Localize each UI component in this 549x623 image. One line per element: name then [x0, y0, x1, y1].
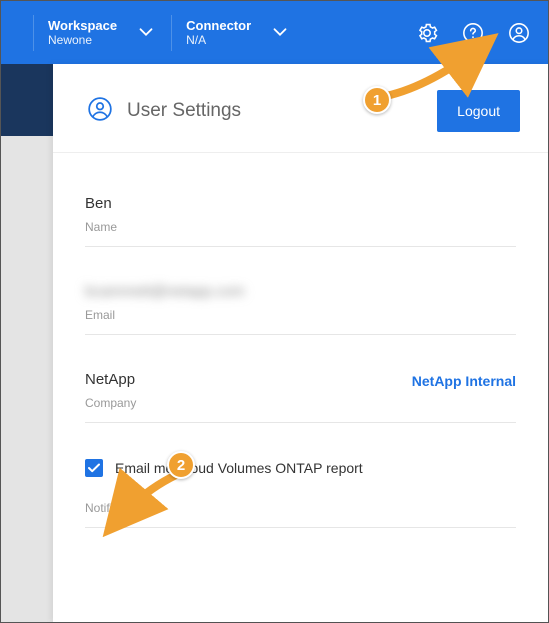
topbar: Workspace Newone Connector N/A: [1, 1, 548, 64]
chevron-down-icon: [269, 21, 291, 43]
user-icon[interactable]: [508, 22, 530, 44]
name-value: Ben: [85, 195, 516, 212]
callout-2: 2: [167, 451, 195, 479]
notification-field: Notification: [85, 487, 516, 528]
divider: [171, 15, 172, 51]
company-label: Company: [85, 396, 516, 410]
sidebar-active-block: [1, 64, 53, 136]
notification-checkbox[interactable]: [85, 459, 103, 477]
email-value: bcammett@netapp.com: [85, 283, 516, 300]
connector-label: Connector: [186, 18, 251, 34]
name-label: Name: [85, 220, 516, 234]
callout-1: 1: [363, 86, 391, 114]
left-gutter: [1, 64, 53, 622]
connector-selector[interactable]: Connector N/A: [186, 18, 291, 48]
workspace-selector[interactable]: Workspace Newone: [48, 18, 157, 48]
notification-label: Notification: [85, 501, 516, 515]
workspace-value: Newone: [48, 33, 117, 47]
panel-header: User Settings Logout: [53, 64, 548, 153]
panel-title: User Settings: [127, 100, 241, 122]
help-icon[interactable]: [462, 22, 484, 44]
workspace-label: Workspace: [48, 18, 117, 34]
user-settings-panel: User Settings Logout Ben Name bcammett@n…: [53, 64, 548, 622]
logout-button[interactable]: Logout: [437, 90, 520, 132]
company-field: NetApp Internal NetApp Company: [85, 357, 516, 423]
email-field: bcammett@netapp.com Email: [85, 269, 516, 335]
divider: [33, 15, 34, 51]
chevron-down-icon: [135, 21, 157, 43]
panel-body: Ben Name bcammett@netapp.com Email NetAp…: [53, 153, 548, 578]
notification-checkbox-label: Email me Cloud Volumes ONTAP report: [115, 460, 363, 476]
user-outline-icon: [87, 96, 113, 127]
netapp-internal-link[interactable]: NetApp Internal: [412, 373, 516, 389]
notification-row: Email me Cloud Volumes ONTAP report: [85, 459, 516, 477]
connector-value: N/A: [186, 33, 251, 47]
name-field: Ben Name: [85, 181, 516, 247]
email-label: Email: [85, 308, 516, 322]
gear-icon[interactable]: [416, 22, 438, 44]
